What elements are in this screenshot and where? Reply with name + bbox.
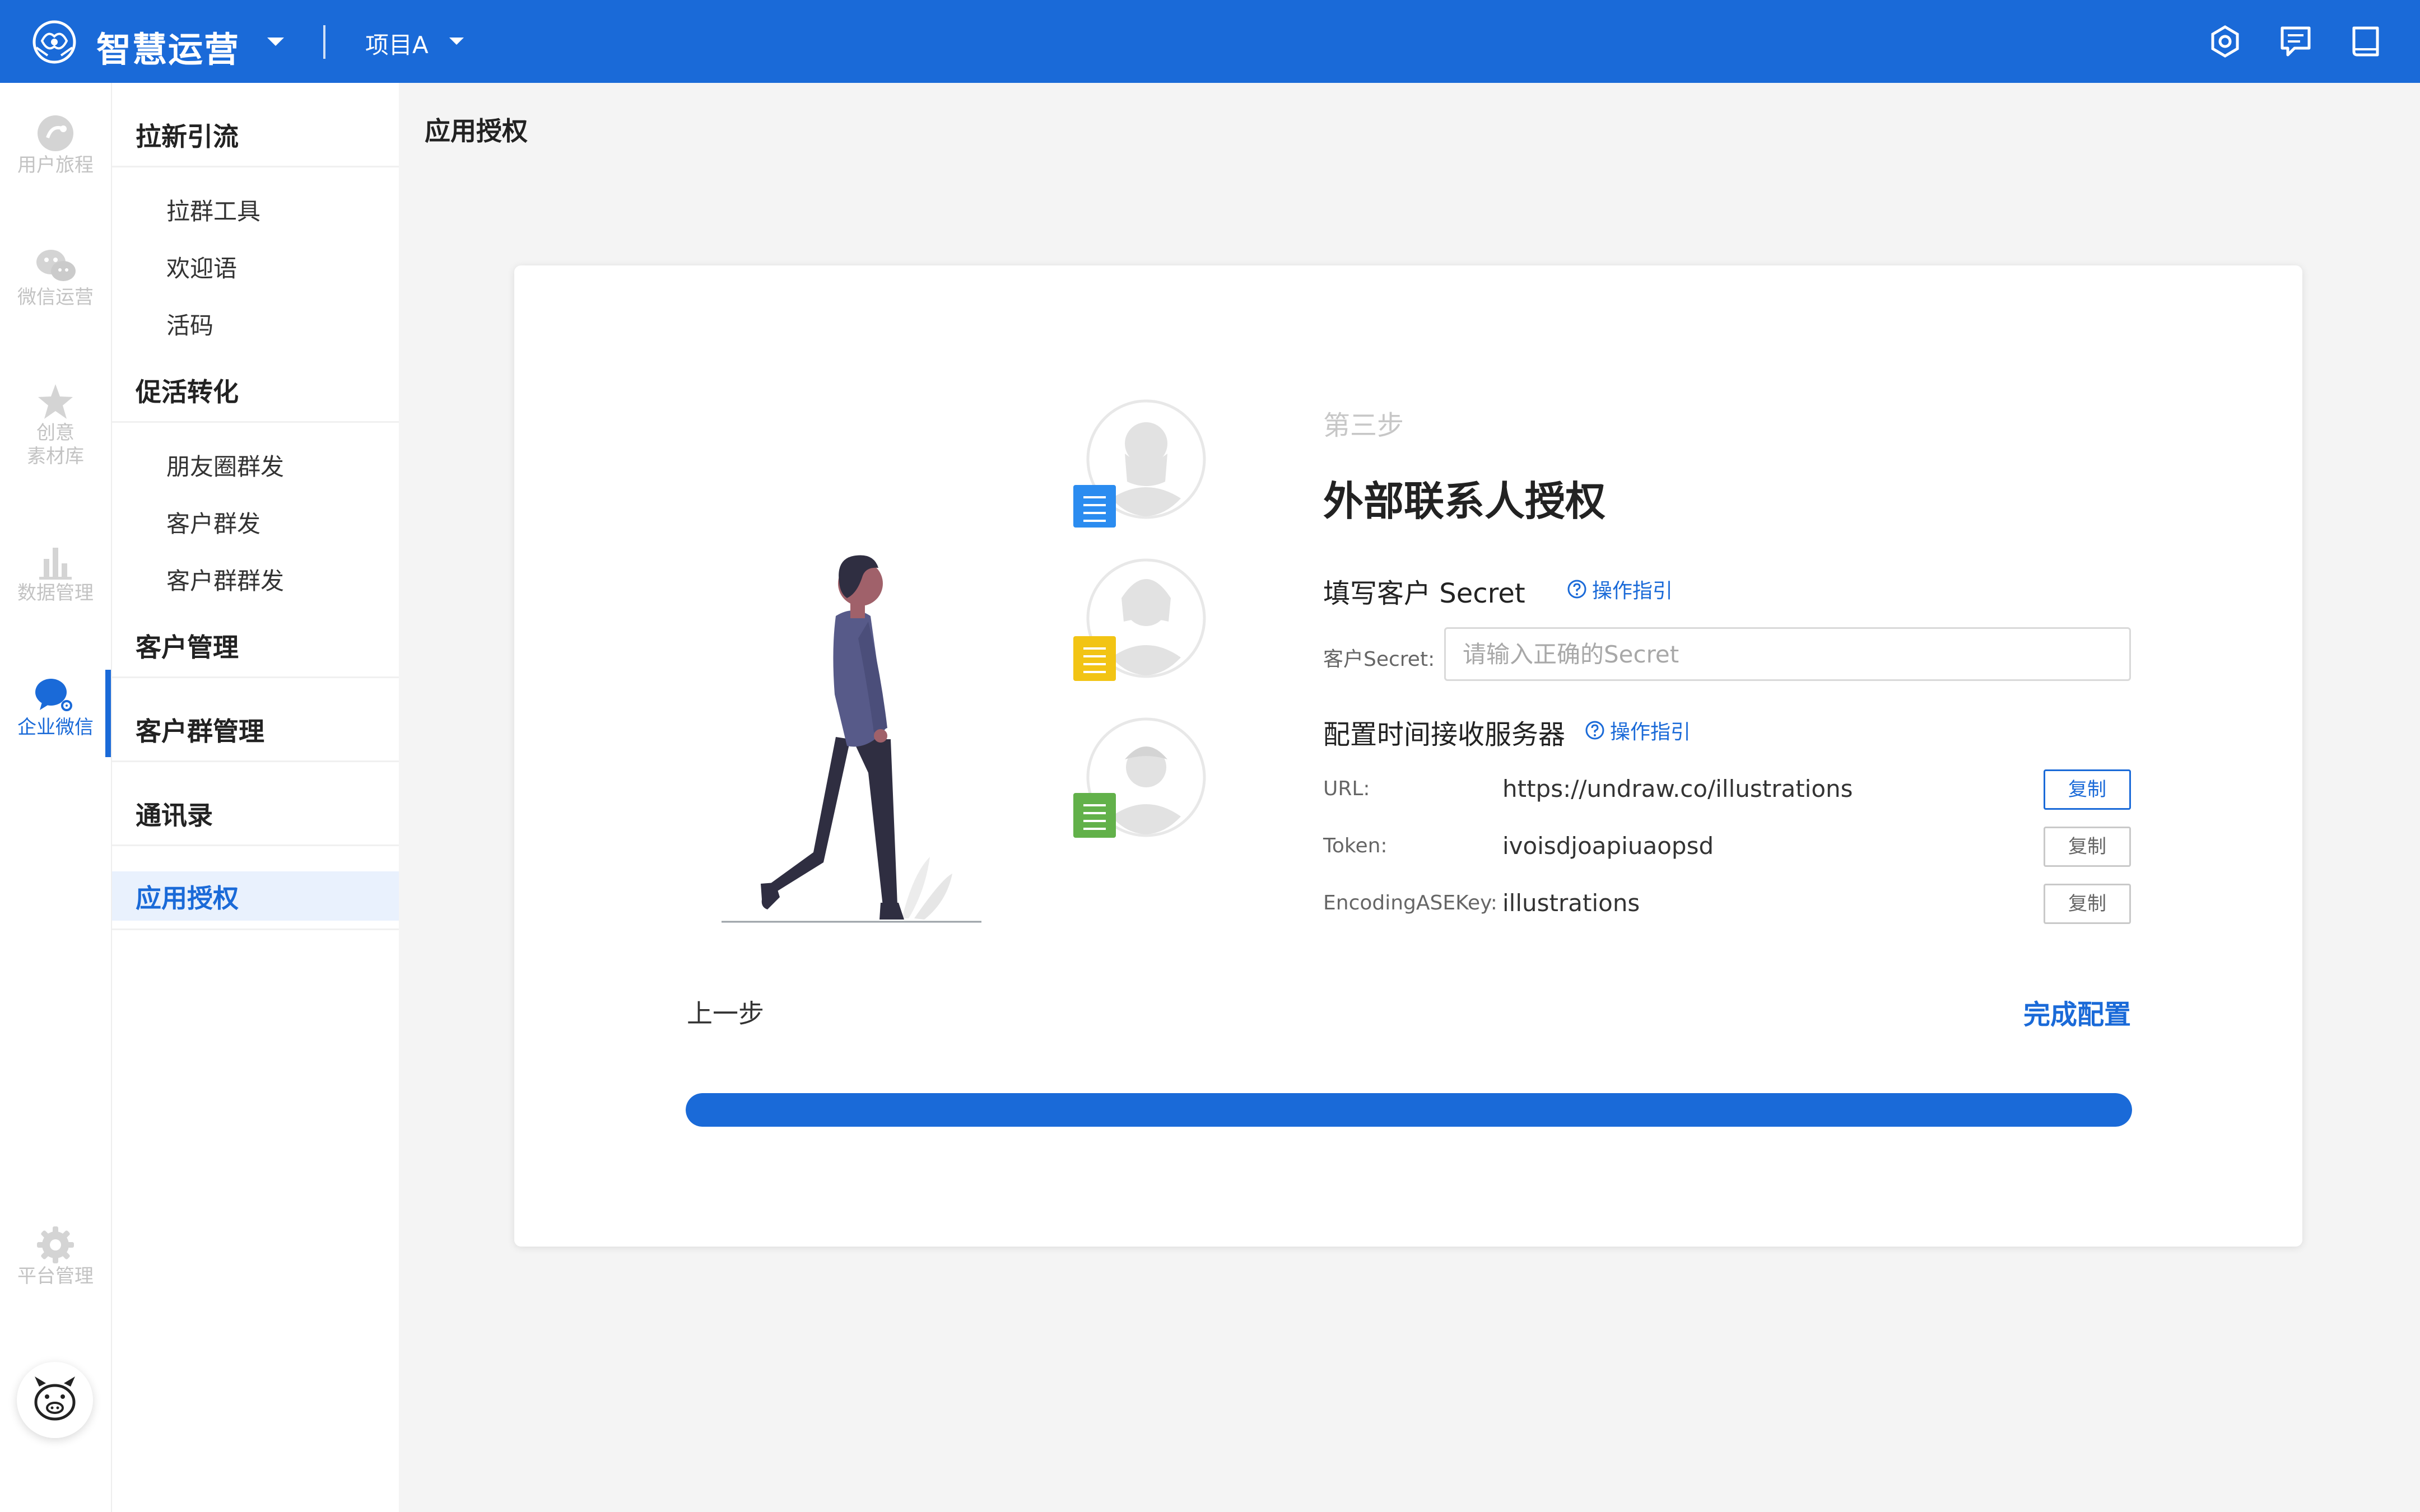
menu-group-customer-management[interactable]: 客户管理 (136, 627, 239, 664)
menu-group-app-authorization[interactable]: 应用授权 (136, 878, 239, 915)
previous-step-button[interactable]: 上一步 (687, 993, 764, 1030)
user-avatar[interactable] (17, 1362, 93, 1438)
menu-group-contacts[interactable]: 通讯录 (136, 795, 213, 832)
step-label: 第三步 (1323, 410, 1404, 441)
step-title: 外部联系人授权 (1323, 478, 1606, 525)
copy-token-button[interactable]: 复制 (2044, 827, 2131, 867)
token-label: Token: (1323, 834, 1388, 857)
walking-person-illustration (722, 399, 1206, 923)
book-icon[interactable] (2348, 24, 2384, 59)
secret-section-title: 填写客户 Secret (1323, 578, 1525, 609)
work-wechat-icon (35, 679, 72, 711)
rail-item-data-management[interactable]: 数据管理 (0, 542, 111, 605)
menu-item-welcome-message[interactable]: 欢迎语 (166, 250, 237, 284)
menu-item-group-tool[interactable]: 拉群工具 (166, 193, 260, 227)
menu-item-customer-broadcast[interactable]: 客户群发 (166, 505, 260, 539)
wechat-icon (36, 250, 76, 281)
url-label: URL: (1323, 777, 1370, 800)
server-section-title: 配置时间接收服务器 (1323, 719, 1566, 750)
top-bar: 智慧运营 项目A (0, 0, 2420, 83)
rail-item-creative-library[interactable]: 创意 素材库 (0, 382, 111, 468)
secret-guide-link[interactable]: 操作指引 (1566, 575, 1673, 604)
rail-active-indicator (105, 670, 111, 757)
menu-divider (112, 676, 399, 678)
bar-chart-icon (39, 548, 72, 580)
page-title: 应用授权 (425, 116, 528, 146)
secondary-menu: 拉新引流 拉群工具 欢迎语 活码 促活转化 朋友圈群发 客户群发 客户群群发 客… (111, 83, 399, 1512)
menu-divider (112, 166, 399, 167)
yellow-document-icon (1073, 636, 1116, 681)
menu-divider (112, 421, 399, 423)
project-dropdown-icon[interactable] (449, 38, 464, 45)
encoding-key-value: illustrations (1502, 889, 1640, 917)
server-guide-link[interactable]: 操作指引 (1584, 716, 1691, 745)
message-icon[interactable] (2278, 24, 2314, 59)
copy-url-button[interactable]: 复制 (2044, 769, 2131, 810)
brain-logo-icon (32, 20, 76, 64)
brand-title: 智慧运营 (96, 29, 240, 70)
menu-item-group-broadcast[interactable]: 客户群群发 (166, 562, 284, 596)
server-guide-label: 操作指引 (1610, 721, 1691, 744)
star-icon (38, 384, 73, 419)
progress-bar (686, 1093, 2132, 1127)
menu-divider (112, 928, 399, 930)
settings-icon[interactable] (2207, 24, 2243, 59)
menu-group-acquisition[interactable]: 拉新引流 (136, 116, 239, 153)
brand-dropdown-icon[interactable] (267, 38, 284, 46)
progress-fill (686, 1093, 2132, 1127)
pig-avatar-icon (34, 1376, 76, 1421)
menu-divider (112, 760, 399, 762)
help-circle-icon (1567, 580, 1586, 599)
copy-encoding-key-button[interactable]: 复制 (2044, 884, 2131, 924)
secret-guide-label: 操作指引 (1592, 580, 1673, 603)
token-value: ivoisdjoapiuaopsd (1502, 832, 1714, 860)
finish-config-button[interactable]: 完成配置 (2023, 992, 2131, 1032)
journey-icon (38, 115, 73, 151)
icon-rail: 用户旅程 微信运营 创意 素材库 数据管理 企业微信 平台管理 (0, 83, 111, 1512)
green-document-icon (1073, 793, 1116, 838)
menu-item-moments-broadcast[interactable]: 朋友圈群发 (166, 448, 284, 482)
menu-divider (112, 844, 399, 846)
project-selector[interactable]: 项目A (365, 26, 429, 60)
rail-item-user-journey[interactable]: 用户旅程 (0, 113, 111, 177)
help-circle-icon (1585, 721, 1604, 740)
gear-icon (37, 1226, 74, 1263)
secret-field-label: 客户Secret: (1323, 648, 1435, 671)
menu-group-customer-group-management[interactable]: 客户群管理 (136, 711, 264, 748)
rail-item-work-wechat[interactable]: 企业微信 (0, 676, 111, 739)
url-value: https://undraw.co/illustrations (1502, 775, 1853, 802)
rail-item-platform-management[interactable]: 平台管理 (0, 1225, 111, 1288)
menu-group-conversion[interactable]: 促活转化 (136, 372, 239, 409)
secret-input[interactable] (1444, 627, 2131, 681)
blue-document-icon (1073, 485, 1116, 528)
header-divider (323, 25, 325, 59)
rail-item-wechat[interactable]: 微信运营 (0, 246, 111, 309)
menu-item-live-code[interactable]: 活码 (166, 307, 213, 341)
encoding-key-label: EncodingASEKey: (1323, 892, 1497, 914)
